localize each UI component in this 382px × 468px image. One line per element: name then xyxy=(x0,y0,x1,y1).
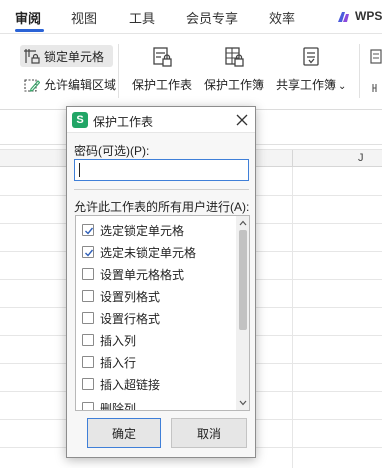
review-toolbar: 锁定单元格 允许编辑区域 保护工作表 保护工作簿 共享工作簿 ⌄ xyxy=(0,34,382,110)
checkbox[interactable] xyxy=(82,268,94,280)
list-item[interactable]: 选定未锁定单元格 xyxy=(76,241,236,263)
scroll-up-icon[interactable] xyxy=(239,219,247,227)
protect-sheet-icon xyxy=(153,47,172,67)
protect-sheet-button[interactable]: 保护工作表 xyxy=(132,46,192,93)
list-item[interactable]: 设置列格式 xyxy=(76,285,236,307)
dialog-title-bar[interactable]: S 保护工作表 xyxy=(67,107,255,133)
close-icon[interactable] xyxy=(235,113,249,127)
toolbar-separator xyxy=(118,44,119,98)
list-item[interactable]: 选定锁定单元格 xyxy=(76,219,236,241)
scroll-down-icon[interactable] xyxy=(239,399,247,407)
checkbox[interactable] xyxy=(82,378,94,390)
edit-range-icon xyxy=(24,78,40,92)
lock-cell-button[interactable]: 锁定单元格 xyxy=(20,45,113,67)
ribbon-tab-bar: 审阅 视图 工具 会员专享 效率 WPS xyxy=(0,0,382,34)
lock-cell-label: 锁定单元格 xyxy=(44,49,105,64)
tab-member[interactable]: 会员专享 xyxy=(186,8,238,27)
list-scrollbar[interactable] xyxy=(236,216,249,410)
tab-view[interactable]: 视图 xyxy=(71,8,97,27)
list-item-label: 选定未锁定单元格 xyxy=(100,245,197,260)
checkbox-checked[interactable] xyxy=(82,224,94,236)
protect-sheet-dialog: S 保护工作表 密码(可选)(P): 允许此工作表的所有用户进行(A): 选定锁… xyxy=(66,106,256,458)
permissions-label: 允许此工作表的所有用户进行(A): xyxy=(74,200,250,214)
lock-cell-icon xyxy=(24,49,40,64)
list-item[interactable]: 插入超链接 xyxy=(76,373,236,395)
password-label: 密码(可选)(P): xyxy=(74,144,150,158)
ok-button[interactable]: 确定 xyxy=(87,418,161,448)
allow-edit-range-button[interactable]: 允许编辑区域 xyxy=(24,76,116,93)
column-divider xyxy=(292,150,293,168)
toolbar-separator-right xyxy=(359,44,360,98)
checkbox[interactable] xyxy=(82,356,94,368)
wps-ai-icon[interactable] xyxy=(337,11,351,23)
list-item-label: 插入超链接 xyxy=(100,377,161,392)
dialog-title: 保护工作表 xyxy=(93,115,154,129)
grid-column-line xyxy=(292,167,293,468)
text-caret xyxy=(79,163,80,177)
share-workbook-icon xyxy=(303,47,319,66)
list-item[interactable]: 设置单元格格式 xyxy=(76,263,236,285)
allow-edit-range-label: 允许编辑区域 xyxy=(44,78,117,92)
protect-workbook-icon xyxy=(225,47,244,67)
share-workbook-label: 共享工作簿 ⌄ xyxy=(276,78,347,92)
protect-sheet-label: 保护工作表 xyxy=(132,78,193,92)
scrollbar-thumb[interactable] xyxy=(239,230,247,330)
more-tools-icon[interactable] xyxy=(370,48,382,98)
spreadsheet-app-icon: S xyxy=(72,112,88,128)
checkbox[interactable] xyxy=(82,334,94,346)
list-item-label: 插入行 xyxy=(100,355,137,370)
protect-workbook-button[interactable]: 保护工作簿 xyxy=(204,46,264,93)
wps-ai-label[interactable]: WPS xyxy=(355,9,382,23)
list-item-label: 删除列 xyxy=(100,401,137,411)
checkbox[interactable] xyxy=(82,290,94,302)
list-item-label: 设置列格式 xyxy=(100,289,161,304)
list-item[interactable]: 插入行 xyxy=(76,351,236,373)
share-workbook-button[interactable]: 共享工作簿 ⌄ xyxy=(276,46,346,93)
checkbox[interactable] xyxy=(82,312,94,324)
checkbox[interactable] xyxy=(82,402,94,410)
cancel-button[interactable]: 取消 xyxy=(171,418,247,448)
list-item[interactable]: 删除列 xyxy=(76,397,236,411)
checkbox-checked[interactable] xyxy=(82,246,94,258)
tab-efficiency[interactable]: 效率 xyxy=(269,8,295,27)
list-item-label: 设置行格式 xyxy=(100,311,161,326)
list-item-label: 设置单元格格式 xyxy=(100,267,185,282)
tab-review[interactable]: 审阅 xyxy=(15,8,41,27)
active-tab-indicator xyxy=(15,29,44,32)
list-item-label: 插入列 xyxy=(100,333,137,348)
tab-tools[interactable]: 工具 xyxy=(129,8,155,27)
column-header-j[interactable]: J xyxy=(358,152,364,164)
chevron-down-icon: ⌄ xyxy=(338,81,347,92)
permissions-list: 选定锁定单元格 选定未锁定单元格 设置单元格格式 设置列格式 设置行格式 插入列… xyxy=(75,215,250,411)
list-item[interactable]: 插入列 xyxy=(76,329,236,351)
password-input[interactable] xyxy=(74,159,249,181)
protect-workbook-label: 保护工作簿 xyxy=(204,78,265,92)
list-item-label: 选定锁定单元格 xyxy=(100,223,185,238)
list-item[interactable]: 设置行格式 xyxy=(76,307,236,329)
dialog-divider xyxy=(74,189,249,190)
